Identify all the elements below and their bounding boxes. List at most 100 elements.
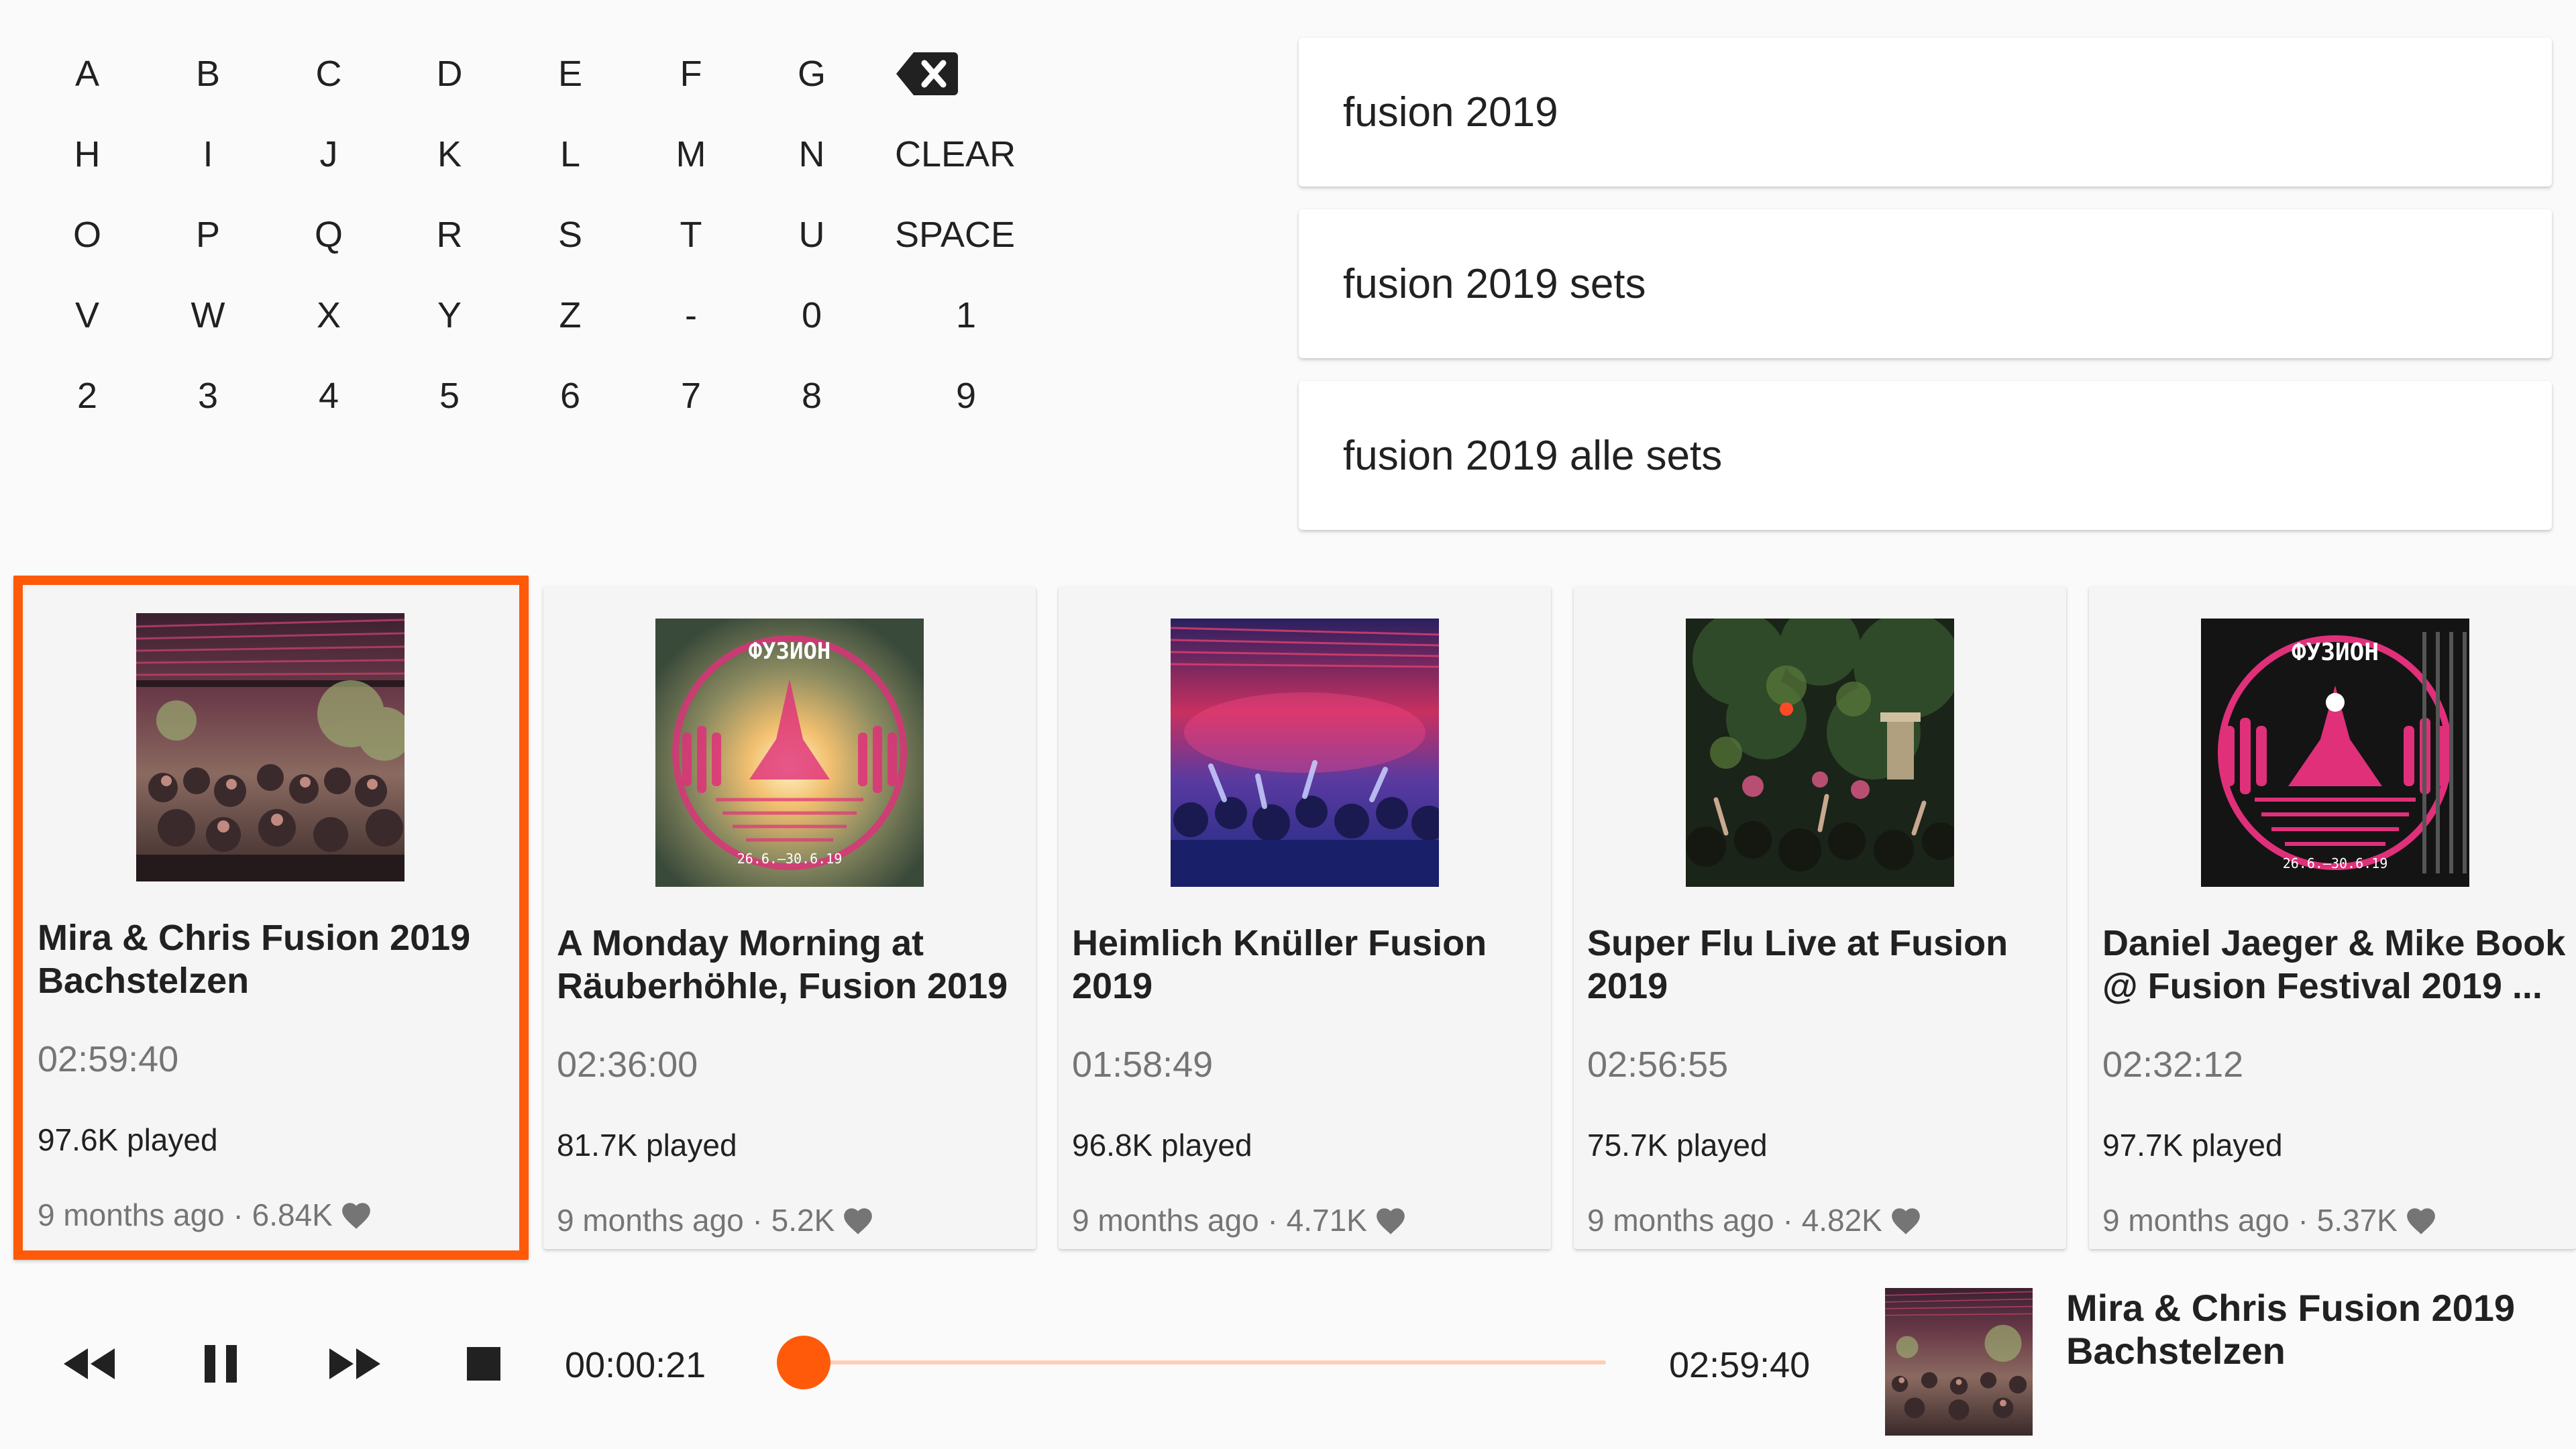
key-m[interactable]: M <box>631 114 751 195</box>
key-k[interactable]: K <box>389 114 510 195</box>
key-q[interactable]: Q <box>268 195 389 275</box>
key-x[interactable]: X <box>268 275 389 356</box>
pause-icon <box>202 1344 239 1387</box>
card-meta: 9 months ago · 6.84K <box>38 1197 373 1233</box>
card-thumbnail <box>1171 619 1439 887</box>
key-z[interactable]: Z <box>510 275 631 356</box>
svg-text:26.6.–30.6.19: 26.6.–30.6.19 <box>2283 855 2388 871</box>
total-time: 02:59:40 <box>1669 1345 1811 1385</box>
space-key[interactable]: SPACE <box>872 195 1060 275</box>
card-meta: 9 months ago · 5.2K <box>557 1202 875 1238</box>
card-thumbnail <box>136 613 405 881</box>
key-g[interactable]: G <box>751 34 872 114</box>
key-o[interactable]: O <box>27 195 148 275</box>
key-u[interactable]: U <box>751 195 872 275</box>
key-8[interactable]: 8 <box>751 356 872 436</box>
key-w[interactable]: W <box>148 275 268 356</box>
key-b[interactable]: B <box>148 34 268 114</box>
card-play-count: 81.7K played <box>557 1128 737 1163</box>
key-a[interactable]: A <box>27 34 148 114</box>
key-7[interactable]: 7 <box>631 356 751 436</box>
heart-icon <box>841 1205 875 1236</box>
card-title: Daniel Jaeger & Mike Book @ Fusion Festi… <box>2102 923 2566 1006</box>
rewind-icon <box>62 1347 116 1384</box>
key-j[interactable]: J <box>268 114 389 195</box>
result-card[interactable]: ФУЗИОН 26.6.–30.6.19 Daniel Jaeger & Mik… <box>2089 586 2576 1249</box>
card-meta-text: 9 months ago · 6.84K <box>38 1197 333 1232</box>
key-1[interactable]: 1 <box>872 275 1060 356</box>
player-bar: 00:00:21 02:59:40 Mira & Chris Fusion 20… <box>0 1275 2576 1449</box>
heart-icon <box>339 1199 373 1230</box>
key-r[interactable]: R <box>389 195 510 275</box>
result-card[interactable]: Mira & Chris Fusion 2019 Bachstelzen 02:… <box>13 576 529 1260</box>
result-card[interactable]: Heimlich Knüller Fusion 2019 01:58:49 96… <box>1059 586 1551 1249</box>
app-root: A B C D E F G H I J K L M N CLEAR O P Q … <box>0 0 2576 1449</box>
key-n[interactable]: N <box>751 114 872 195</box>
card-meta-text: 9 months ago · 4.82K <box>1587 1203 1882 1238</box>
backspace-key[interactable] <box>872 34 1060 114</box>
stop-button[interactable] <box>453 1342 514 1389</box>
card-meta-text: 9 months ago · 4.71K <box>1072 1203 1367 1238</box>
svg-text:ФУЗИОН: ФУЗИОН <box>749 638 831 665</box>
key-0[interactable]: 0 <box>751 275 872 356</box>
svg-text:26.6.–30.6.19: 26.6.–30.6.19 <box>737 851 843 867</box>
rewind-button[interactable] <box>59 1342 119 1389</box>
search-suggestions: fusion 2019 fusion 2019 sets fusion 2019… <box>1299 38 2552 553</box>
card-thumbnail: ФУЗИОН 26.6.–30.6.19 <box>2201 619 2469 887</box>
heart-icon <box>2404 1205 2438 1236</box>
card-duration: 02:56:55 <box>1587 1044 1729 1085</box>
card-play-count: 97.7K played <box>2102 1128 2283 1163</box>
card-meta-text: 9 months ago · 5.37K <box>2102 1203 2398 1238</box>
seek-bar[interactable] <box>777 1336 1606 1389</box>
key-s[interactable]: S <box>510 195 631 275</box>
suggestion-item[interactable]: fusion 2019 <box>1299 38 2552 186</box>
card-play-count: 75.7K played <box>1587 1128 1768 1163</box>
key-5[interactable]: 5 <box>389 356 510 436</box>
key-f[interactable]: F <box>631 34 751 114</box>
heart-icon <box>1889 1205 1923 1236</box>
card-play-count: 97.6K played <box>38 1122 218 1157</box>
card-title: Super Flu Live at Fusion 2019 <box>1587 923 2008 1006</box>
card-thumbnail <box>1686 619 1954 887</box>
now-playing-title: Mira & Chris Fusion 2019 Bachstelzen <box>2066 1287 2516 1372</box>
key-h[interactable]: H <box>27 114 148 195</box>
result-card[interactable]: Super Flu Live at Fusion 2019 02:56:55 7… <box>1574 586 2066 1249</box>
card-meta-text: 9 months ago · 5.2K <box>557 1203 835 1238</box>
fast-forward-icon <box>328 1347 382 1384</box>
fast-forward-button[interactable] <box>325 1342 385 1389</box>
suggestion-item[interactable]: fusion 2019 alle sets <box>1299 381 2552 530</box>
card-duration: 02:32:12 <box>2102 1044 2244 1085</box>
key-l[interactable]: L <box>510 114 631 195</box>
key-9[interactable]: 9 <box>872 356 1060 436</box>
key-c[interactable]: C <box>268 34 389 114</box>
result-card[interactable]: ФУЗИОН 26.6.–30.6.19 A Monday Morning at… <box>543 586 1036 1249</box>
key-t[interactable]: T <box>631 195 751 275</box>
suggestion-item[interactable]: fusion 2019 sets <box>1299 209 2552 358</box>
card-meta: 9 months ago · 4.82K <box>1587 1202 1923 1238</box>
key-d[interactable]: D <box>389 34 510 114</box>
card-title: Heimlich Knüller Fusion 2019 <box>1072 923 1487 1006</box>
key-hyphen[interactable]: - <box>631 275 751 356</box>
key-v[interactable]: V <box>27 275 148 356</box>
onscreen-keyboard: A B C D E F G H I J K L M N CLEAR O P Q … <box>27 34 1060 436</box>
results-row: Mira & Chris Fusion 2019 Bachstelzen 02:… <box>13 576 2576 1260</box>
key-i[interactable]: I <box>148 114 268 195</box>
key-p[interactable]: P <box>148 195 268 275</box>
clear-key[interactable]: CLEAR <box>872 114 1060 195</box>
backspace-icon <box>895 50 959 98</box>
card-duration: 01:58:49 <box>1072 1044 1214 1085</box>
heart-icon <box>1374 1205 1407 1236</box>
card-duration: 02:36:00 <box>557 1044 698 1085</box>
key-2[interactable]: 2 <box>27 356 148 436</box>
seek-knob[interactable] <box>777 1336 831 1389</box>
stop-icon <box>466 1346 501 1385</box>
card-meta: 9 months ago · 5.37K <box>2102 1202 2438 1238</box>
key-e[interactable]: E <box>510 34 631 114</box>
key-3[interactable]: 3 <box>148 356 268 436</box>
card-title: A Monday Morning at Räuberhöhle, Fusion … <box>557 923 1008 1006</box>
card-duration: 02:59:40 <box>38 1039 179 1079</box>
pause-button[interactable] <box>191 1342 251 1389</box>
key-y[interactable]: Y <box>389 275 510 356</box>
key-4[interactable]: 4 <box>268 356 389 436</box>
key-6[interactable]: 6 <box>510 356 631 436</box>
